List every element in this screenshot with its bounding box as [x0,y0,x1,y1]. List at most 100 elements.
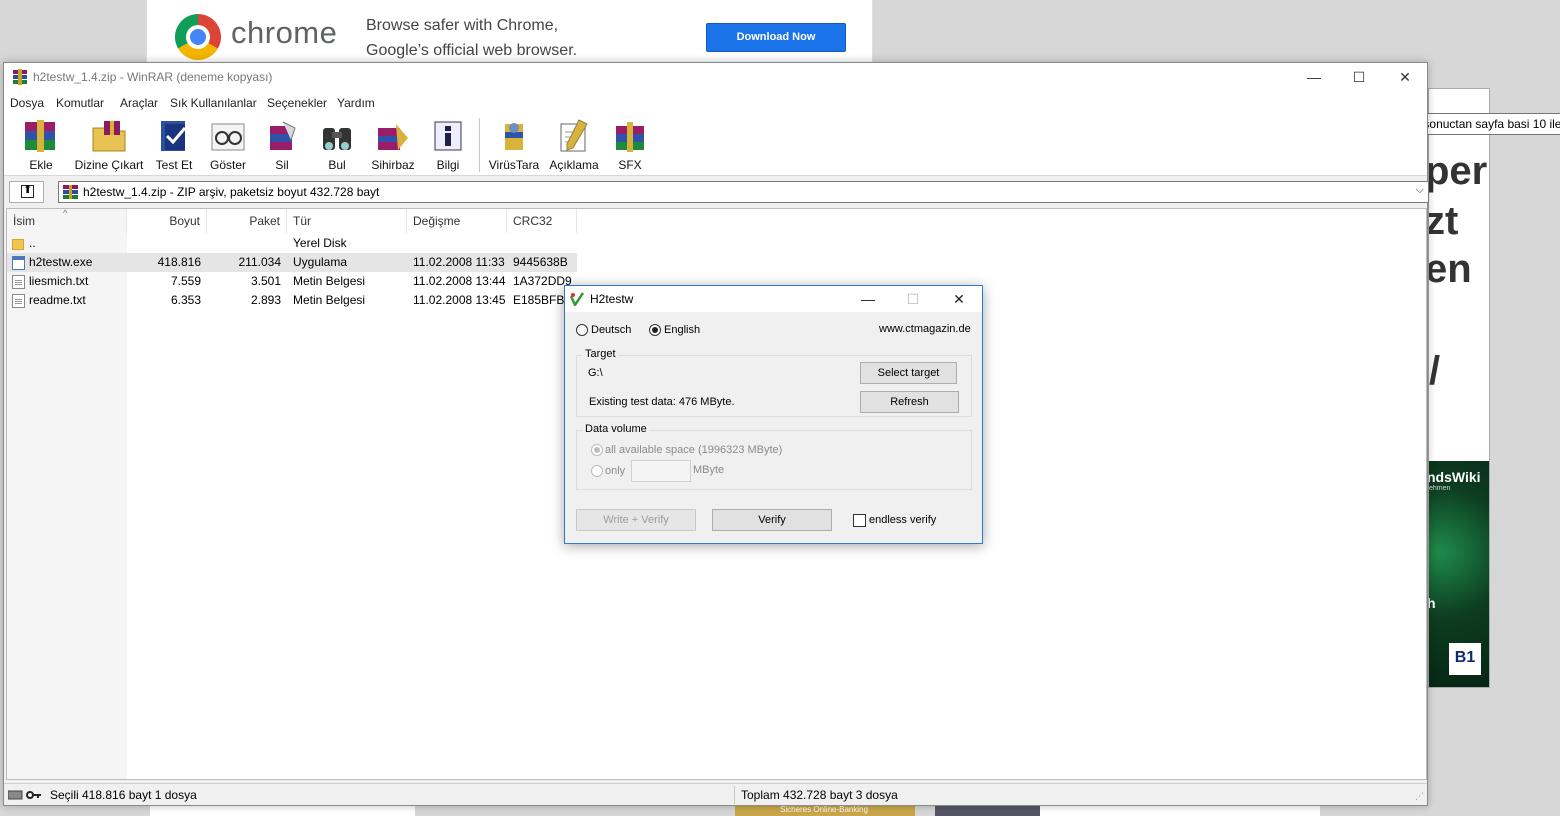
toolbar-delete-button[interactable]: Sil [262,116,302,174]
sort-up-icon: ^ [63,208,68,218]
radio-english-label[interactable]: English [664,324,700,336]
sfx-icon [616,122,644,152]
comment-icon [560,119,588,152]
chrome-tagline-2: Google’s official web browser. [366,42,578,59]
file-size: 7.559 [170,274,201,288]
toolbar-wizard-button[interactable]: Sihirbaz [366,116,420,174]
banner-letter: h [1429,595,1436,611]
chrome-ad-banner[interactable]: chrome Browse safer with Chrome, Google’… [146,0,873,66]
bg-strip-2 [1040,806,1320,816]
table-row[interactable]: readme.txt 6.353 2.893 Metin Belgesi 11.… [7,291,577,310]
chrome-brand-text: chrome [231,15,338,50]
column-header-crc[interactable]: CRC32 [507,209,577,233]
toolbar-view-label: Göster [209,158,246,172]
toolbar-add-button[interactable]: Ekle [10,116,72,174]
menu-help[interactable]: Yardım [337,96,375,110]
select-target-button[interactable]: Select target [860,362,957,384]
h2testw-dialog: H2testw — ☐ ✕ Deutsch English www.ctmaga… [564,285,983,544]
menu-tools[interactable]: Araçlar [120,96,158,110]
h2-close-button[interactable]: ✕ [937,286,981,312]
archive-path-field[interactable]: h2testw_1.4.zip - ZIP arşiv, paketsiz bo… [58,181,1429,203]
file-modified: 11.02.2008 13:44 [413,274,506,288]
winrar-titlebar[interactable]: h2testw_1.4.zip - WinRAR (deneme kopyası… [4,63,1427,92]
chrome-tagline-1: Browse safer with Chrome, [366,17,559,34]
table-row[interactable]: .. Yerel Disk [7,234,577,253]
folder-icon [12,239,24,250]
up-arrow-icon [21,183,34,198]
bg-green-banner[interactable]: ndsWiki ehmen h B1 [1429,461,1489,687]
toolbar-comment-button[interactable]: Açıklama [546,116,602,174]
radio-deutsch[interactable] [576,324,588,336]
menu-options[interactable]: Seçenekler [267,96,327,110]
chrome-download-button[interactable]: Download Now [706,23,846,52]
up-folder-button[interactable] [9,181,44,203]
toolbar-extract-label: Dizine Çıkart [74,158,144,172]
radio-english[interactable] [649,324,661,336]
toolbar-find-label: Bul [328,158,346,172]
h2-minimize-button[interactable]: — [846,286,890,312]
target-path: G:\ [588,367,603,379]
maximize-button[interactable]: ☐ [1336,63,1382,92]
virus-scan-icon [505,123,523,150]
toolbar-view-button[interactable]: Göster [202,116,254,174]
toolbar-add-label: Ekle [29,158,53,172]
archive-path-text: h2testw_1.4.zip - ZIP arşiv, paketsiz bo… [83,185,380,199]
address-bar: h2testw_1.4.zip - ZIP arşiv, paketsiz bo… [4,177,1429,207]
file-size: 418.816 [157,255,201,269]
toolbar-info-button[interactable]: Bilgi [428,116,468,174]
column-header-type[interactable]: Tür [287,209,407,233]
file-crc: E185BFB8 [513,293,572,307]
toolbar-find-button[interactable]: Bul [316,116,358,174]
existing-data-text: Existing test data: 476 MByte. [589,396,735,408]
bg-text-3: en [1428,247,1472,291]
h2testw-titlebar[interactable]: H2testw — ☐ ✕ [565,286,982,312]
column-header-modified[interactable]: Değişme [407,209,507,233]
add-archive-icon [25,120,55,152]
bg-text-1: per [1428,149,1488,193]
file-packed: 211.034 [238,255,282,269]
delete-icon [270,121,296,150]
menu-favorites[interactable]: Sık Kullanılanlar [170,96,257,110]
table-row[interactable]: liesmich.txt 7.559 3.501 Metin Belgesi 1… [7,272,577,291]
toolbar-virusscan-button[interactable]: VirüsTara [488,116,540,174]
winrar-toolbar: Ekle Dizine Çıkart Test Et Göster Sil Bu… [4,113,1427,176]
toolbar-info-label: Bilgi [436,158,460,172]
endless-verify-checkbox[interactable] [853,514,866,527]
chevron-down-icon[interactable]: ⌵ [1416,184,1424,197]
file-type: Metin Belgesi [293,274,366,288]
endless-verify-label[interactable]: endless verify [869,514,936,526]
column-header-size[interactable]: Boyut [127,209,207,233]
extract-folder-icon [92,121,126,152]
column-header-packed[interactable]: Paket [207,209,287,233]
verify-button[interactable]: Verify [712,509,832,531]
h2testw-title: H2testw [590,292,634,306]
refresh-button[interactable]: Refresh [860,391,959,413]
column-header-name[interactable]: İsim ^ [7,208,127,233]
menu-commands[interactable]: Komutlar [56,96,104,110]
chrome-tagline: Browse safer with Chrome, Google’s offic… [366,13,577,63]
bg-strip-banking: Sicheres Online-Banking [735,806,915,816]
radio-only [591,465,603,477]
winrar-title: h2testw_1.4.zip - WinRAR (deneme kopyası… [33,70,273,84]
exe-icon [12,256,25,270]
only-label: only [605,465,626,477]
website-link[interactable]: www.ctmagazin.de [879,323,971,335]
toolbar-comment-label: Açıklama [549,158,599,172]
file-name: liesmich.txt [29,274,89,288]
toolbar-wizard-label: Sihirbaz [371,158,415,172]
menu-file[interactable]: Dosya [10,96,44,110]
toolbar-test-button[interactable]: Test Et [150,116,198,174]
table-row[interactable]: h2testw.exe 418.816 211.034 Uygulama 11.… [7,253,577,272]
resize-grip-icon[interactable]: ⋰ [1415,791,1424,802]
status-selected: Seçili 418.816 bayt 1 dosya [50,788,197,802]
bg-strip-image [935,806,1040,816]
file-crc: 1A372DD9 [513,274,572,288]
minimize-button[interactable]: — [1291,63,1337,92]
radio-deutsch-label[interactable]: Deutsch [591,324,631,336]
file-modified: 11.02.2008 13:45 [413,293,506,307]
toolbar-sfx-button[interactable]: SFX [610,116,650,174]
toolbar-extract-button[interactable]: Dizine Çıkart [72,116,146,174]
toolbar-sfx-label: SFX [618,158,642,172]
file-name: h2testw.exe [29,255,93,269]
close-button[interactable]: ✕ [1382,63,1428,92]
